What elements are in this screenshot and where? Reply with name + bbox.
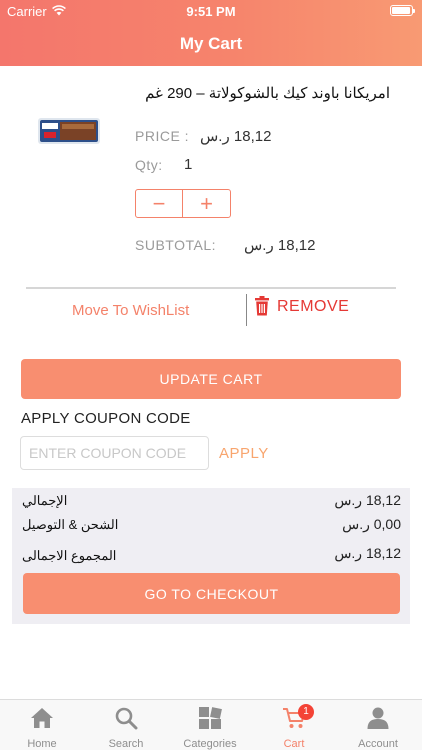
qty-value: 1 — [184, 156, 193, 173]
tab-cart[interactable]: 1 Cart — [252, 700, 336, 750]
summary-grand-total-label: المجموع الاجمالى — [22, 548, 117, 563]
decrease-qty-button[interactable]: − — [136, 190, 184, 217]
divider — [26, 287, 396, 289]
page-title: My Cart — [179, 34, 243, 53]
increase-qty-button[interactable]: + — [183, 190, 230, 217]
tab-label: Categories — [183, 738, 237, 750]
product-image — [38, 118, 100, 144]
update-cart-button[interactable]: UPDATE CART — [21, 359, 401, 399]
tab-bar: Home Search Categories 1 Cart Account — [0, 699, 422, 750]
coupon-heading: APPLY COUPON CODE — [21, 410, 191, 427]
remove-button[interactable]: REMOVE — [277, 298, 349, 316]
categories-icon — [199, 707, 222, 729]
summary-grand-total-value: 18,12 ر.س — [334, 545, 401, 561]
tab-label: Search — [108, 738, 144, 750]
status-time: 9:51 PM — [186, 4, 236, 19]
qty-label: Qty: — [135, 157, 163, 173]
account-icon — [367, 707, 389, 729]
move-to-wishlist-button[interactable]: Move To WishList — [72, 302, 189, 319]
home-icon — [31, 708, 53, 728]
battery-icon — [390, 5, 415, 16]
action-separator — [246, 294, 247, 326]
tab-home[interactable]: Home — [0, 700, 84, 750]
tab-label: Cart — [283, 738, 305, 750]
subtotal-value: 18,12 ر.س — [244, 237, 316, 254]
tab-label: Home — [27, 738, 57, 750]
tab-label: Account — [358, 738, 398, 750]
tab-categories[interactable]: Categories — [168, 700, 252, 750]
summary-shipping-value: 0,00 ر.س — [342, 516, 401, 532]
quantity-stepper: − + — [135, 189, 231, 218]
tab-search[interactable]: Search — [84, 700, 168, 750]
search-icon — [115, 707, 138, 730]
summary-shipping-label: الشحن & التوصيل — [22, 517, 119, 532]
checkout-button[interactable]: GO TO CHECKOUT — [23, 573, 400, 614]
price-label: PRICE : — [135, 128, 190, 144]
apply-coupon-button[interactable]: APPLY — [219, 445, 269, 462]
cart-badge: 1 — [298, 704, 314, 720]
summary-total-label: الإجمالي — [22, 493, 68, 508]
subtotal-label: SUBTOTAL: — [135, 237, 217, 253]
price-value: 18,12 ر.س — [200, 128, 272, 145]
trash-icon[interactable] — [254, 296, 270, 316]
coupon-input[interactable] — [20, 436, 209, 470]
summary-total-value: 18,12 ر.س — [334, 492, 401, 508]
tab-account[interactable]: Account — [336, 700, 420, 750]
order-summary: الإجمالي 18,12 ر.س الشحن & التوصيل 0,00 … — [12, 488, 410, 624]
app-header: Carrier 9:51 PM My Cart — [0, 0, 422, 66]
status-bar: Carrier 9:51 PM — [0, 0, 422, 22]
product-name[interactable]: امريكانا باوند كيك بالشوكولاتة – 290 غم — [120, 84, 390, 102]
